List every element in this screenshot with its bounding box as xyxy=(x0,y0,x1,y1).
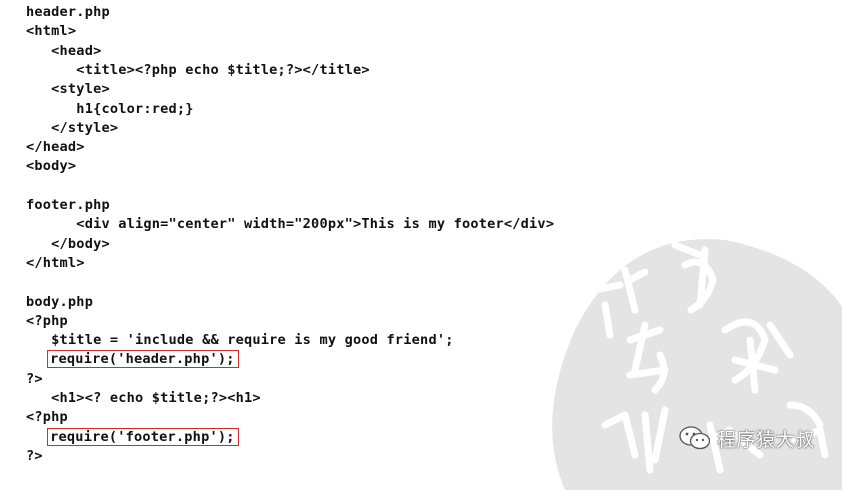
highlight-box: require('footer.php'); xyxy=(47,427,239,446)
code-line: </html> xyxy=(26,254,85,271)
code-line: <body> xyxy=(26,158,77,175)
code-line: <h1><? echo $title;?><h1> xyxy=(26,390,261,406)
code-line: footer.php xyxy=(26,197,110,213)
code-line: <head> xyxy=(26,42,102,59)
code-line: body.php xyxy=(26,293,94,310)
code-line: $title = 'include && require is my good … xyxy=(26,332,454,349)
code-line: <title><?php echo $title;?></title> xyxy=(26,61,370,78)
code-line: </head> xyxy=(26,139,85,156)
code-line: <?php xyxy=(26,409,68,426)
code-line: ?> xyxy=(26,447,43,464)
code-line: require('footer.php'); xyxy=(26,427,239,447)
code-line: <style> xyxy=(26,81,110,98)
code-line: header.php xyxy=(26,4,110,20)
code-line: </style> xyxy=(26,119,119,136)
code-line: </body> xyxy=(26,235,110,252)
watermark-brand: 程序猿大叔 xyxy=(678,424,815,452)
wechat-icon xyxy=(679,426,711,450)
code-line: <html> xyxy=(26,23,77,40)
code-line: <div align="center" width="200px">This i… xyxy=(26,216,555,233)
code-line: ?> xyxy=(26,370,43,387)
code-line: require('header.php'); xyxy=(26,350,239,369)
code-line: h1{color:red;} xyxy=(26,100,194,117)
watermark-brand-text: 程序猿大叔 xyxy=(717,428,815,451)
code-line: <?php xyxy=(26,312,68,329)
highlight-box: require('header.php'); xyxy=(47,350,239,369)
